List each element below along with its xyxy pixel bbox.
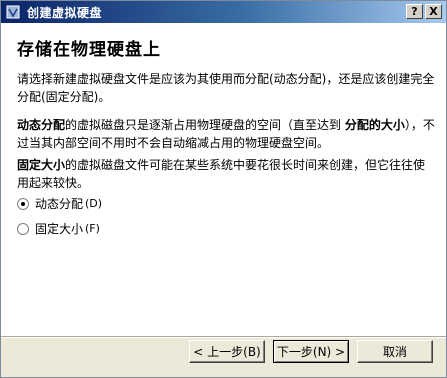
next-button[interactable]: 下一步(N) >	[273, 340, 349, 363]
option-dynamic[interactable]: 动态分配 (D)	[17, 195, 102, 212]
radio-button-dynamic[interactable]	[17, 197, 29, 210]
dynamic-term: 动态分配	[17, 118, 66, 132]
back-button[interactable]: < 上一步(B)	[189, 340, 265, 363]
title-bar-buttons: ? X	[406, 4, 442, 19]
cancel-button[interactable]: 取消	[357, 340, 433, 363]
window-title: 创建虚拟硬盘	[27, 5, 103, 20]
dynamic-text: 的虚拟磁盘只是逐渐占用物理硬盘的空间（直至达到	[65, 118, 345, 132]
fixed-term: 固定大小	[17, 158, 66, 172]
button-separator	[1, 336, 446, 338]
option-dynamic-label: 动态分配	[35, 197, 84, 211]
option-dynamic-accel: (D)	[85, 197, 103, 210]
dialog-window: 创建虚拟硬盘 ? X 存储在物理硬盘上 请选择新建虚拟硬盘文件是应该为其使用而分…	[0, 0, 447, 378]
virtualbox-icon	[5, 4, 21, 20]
allocated-size-term: 分配的大小	[344, 118, 405, 132]
wizard-page: 存储在物理硬盘上 请选择新建虚拟硬盘文件是应该为其使用而分配(动态分配)，还是应…	[1, 23, 446, 336]
close-button[interactable]: X	[425, 4, 442, 19]
page-title: 存储在物理硬盘上	[17, 40, 161, 60]
dynamic-description: 动态分配的虚拟磁盘只是逐渐占用物理硬盘的空间（直至达到 分配的大小），不过当其内…	[17, 116, 437, 152]
option-fixed-accel: (F)	[85, 222, 100, 235]
help-icon: ?	[411, 5, 418, 18]
option-fixed-label: 固定大小	[35, 222, 84, 236]
fixed-text: 的虚拟磁盘文件可能在某些系统中要花很长时间来创建，但它往往使用起来较快。	[17, 158, 426, 190]
title-bar: 创建虚拟硬盘 ? X	[1, 1, 446, 23]
description-paragraph: 请选择新建虚拟硬盘文件是应该为其使用而分配(动态分配)，还是应该创建完全分配(固…	[17, 72, 435, 104]
fixed-description: 固定大小的虚拟磁盘文件可能在某些系统中要花很长时间来创建，但它往往使用起来较快。	[17, 156, 437, 192]
option-fixed[interactable]: 固定大小 (F)	[17, 220, 100, 237]
help-button[interactable]: ?	[406, 4, 423, 19]
radio-button-fixed[interactable]	[17, 222, 29, 235]
close-icon: X	[429, 5, 438, 18]
radio-selected-dot	[21, 201, 25, 206]
